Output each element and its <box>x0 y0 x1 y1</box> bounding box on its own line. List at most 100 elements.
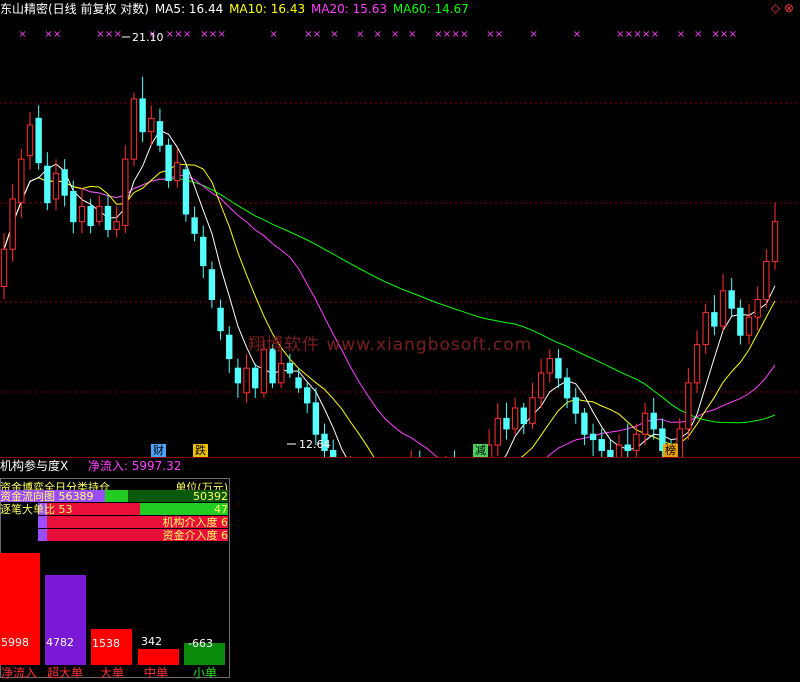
candle-body[interactable] <box>563 377 571 399</box>
candle-body[interactable] <box>702 312 709 345</box>
signal-mark: × <box>200 29 208 40</box>
candle-body[interactable] <box>312 402 320 435</box>
candle-body[interactable] <box>139 98 146 133</box>
signal-mark: × <box>105 29 113 40</box>
candle-body[interactable] <box>165 144 172 182</box>
hbar-row-bigorder: 逐笔大单比 53 47 <box>0 503 230 516</box>
event-marker-reduce[interactable]: 减 <box>473 444 488 458</box>
vbar-small-label: 小单 <box>193 666 218 680</box>
candle-body[interactable] <box>70 191 77 223</box>
candle-body[interactable] <box>191 217 198 234</box>
candle-body[interactable] <box>226 334 233 360</box>
signal-mark: × <box>729 29 737 40</box>
candle-body[interactable] <box>763 260 770 300</box>
candle-body[interactable] <box>113 221 120 230</box>
candle-body[interactable] <box>18 158 25 204</box>
candle-body[interactable] <box>122 158 129 227</box>
moving-average-lines <box>3 129 776 458</box>
candle-body[interactable] <box>711 312 718 327</box>
high-marker: 21.10 <box>122 31 164 44</box>
hbar-row-flow: 资金流向图 56389 50392 <box>0 490 230 503</box>
candle-body[interactable] <box>26 124 34 157</box>
signal-mark: × <box>304 29 312 40</box>
candle-body[interactable] <box>555 358 562 379</box>
candle-body[interactable] <box>693 343 701 384</box>
candle-body[interactable] <box>719 290 727 327</box>
candle-body[interactable] <box>589 433 597 441</box>
candle-body[interactable] <box>87 205 94 227</box>
candle-body[interactable] <box>503 417 510 430</box>
candle-body[interactable] <box>78 205 86 223</box>
candle-body[interactable] <box>61 169 68 196</box>
candle-body[interactable] <box>260 348 268 394</box>
signal-mark: × <box>443 29 451 40</box>
candle-body[interactable] <box>174 162 181 182</box>
vbar-small-value: -663 <box>188 637 213 650</box>
candle-body[interactable] <box>252 367 259 389</box>
signal-mark: × <box>44 29 52 40</box>
candle-body[interactable] <box>182 169 190 215</box>
candle-body[interactable] <box>572 397 579 414</box>
candle-body[interactable] <box>35 117 42 164</box>
candle-body[interactable] <box>0 248 8 288</box>
candle-body[interactable] <box>624 444 631 451</box>
candle-body[interactable] <box>200 236 207 267</box>
candle-body[interactable] <box>633 433 640 451</box>
candle-body[interactable] <box>9 198 16 250</box>
candle-body[interactable] <box>148 117 155 133</box>
event-marker-list[interactable]: 榜 <box>663 444 678 458</box>
candle-body[interactable] <box>52 172 60 200</box>
candle-body[interactable] <box>641 412 649 435</box>
candle-body[interactable] <box>44 165 51 204</box>
candle-body[interactable] <box>286 362 294 374</box>
hbar-row-capital: 资金介入度 6 <box>0 529 230 542</box>
candle-body[interactable] <box>771 221 779 262</box>
candle-body[interactable] <box>278 362 285 384</box>
candle-body[interactable] <box>96 205 103 223</box>
candle-body[interactable] <box>520 407 527 425</box>
signal-mark: × <box>529 29 537 40</box>
candle-body[interactable] <box>745 316 753 336</box>
signal-mark: × <box>18 29 26 40</box>
candle-body[interactable] <box>737 307 744 336</box>
event-marker-drop[interactable]: 跌 <box>193 444 208 458</box>
vbar-net-inflow: 5998 <box>0 553 40 665</box>
signal-mark: × <box>391 29 399 40</box>
candle-body[interactable] <box>728 290 735 309</box>
indicator-title-row: 机构参与度X 净流入: 5997.32 <box>0 458 181 474</box>
indicator-name[interactable]: 机构参与度X <box>0 459 68 473</box>
signal-mark: × <box>616 29 624 40</box>
candle-body[interactable] <box>295 377 302 389</box>
hbar-row-flow-left: 资金流向图 56389 <box>0 490 94 503</box>
signal-mark: × <box>218 29 226 40</box>
event-marker-financial[interactable]: 财 <box>151 444 166 458</box>
signal-mark: × <box>53 29 61 40</box>
candle-body[interactable] <box>511 407 519 430</box>
candle-body[interactable] <box>537 372 545 399</box>
candle-body[interactable] <box>598 439 605 451</box>
candlestick-chart[interactable]: × × × × × × × × × × × × × × × × × × × × × × × × × × × × × × × × × × × × × × × … <box>0 0 800 458</box>
candle-body[interactable] <box>685 382 692 430</box>
candle-body[interactable] <box>156 121 164 146</box>
candle-body[interactable] <box>581 412 588 435</box>
signal-mark: × <box>174 29 182 40</box>
candle-body[interactable] <box>104 205 112 230</box>
candle-body[interactable] <box>494 417 501 446</box>
candle-body[interactable] <box>546 358 553 374</box>
watermark: 翔博软件 www.xiangbosoft.com <box>248 335 533 355</box>
signal-mark: × <box>495 29 503 40</box>
candle-body[interactable] <box>754 298 761 318</box>
candle-body[interactable] <box>304 387 311 404</box>
signal-mark: × <box>451 29 459 40</box>
candle-body[interactable] <box>650 412 657 430</box>
candle-body[interactable] <box>208 269 216 300</box>
candle-body[interactable] <box>217 307 224 332</box>
signal-marks: × × × × × × × × × × × × × × × × × × × × × × × × × × × × × × × × × × × × × × × <box>18 29 737 40</box>
candle-body[interactable] <box>243 367 250 394</box>
hbar-row-bigorder-right: 47 <box>214 503 228 516</box>
candle-body[interactable] <box>130 98 138 160</box>
signal-mark: × <box>408 29 416 40</box>
candle-body[interactable] <box>234 367 242 384</box>
signal-mark: × <box>460 29 468 40</box>
candle-body[interactable] <box>529 397 536 425</box>
